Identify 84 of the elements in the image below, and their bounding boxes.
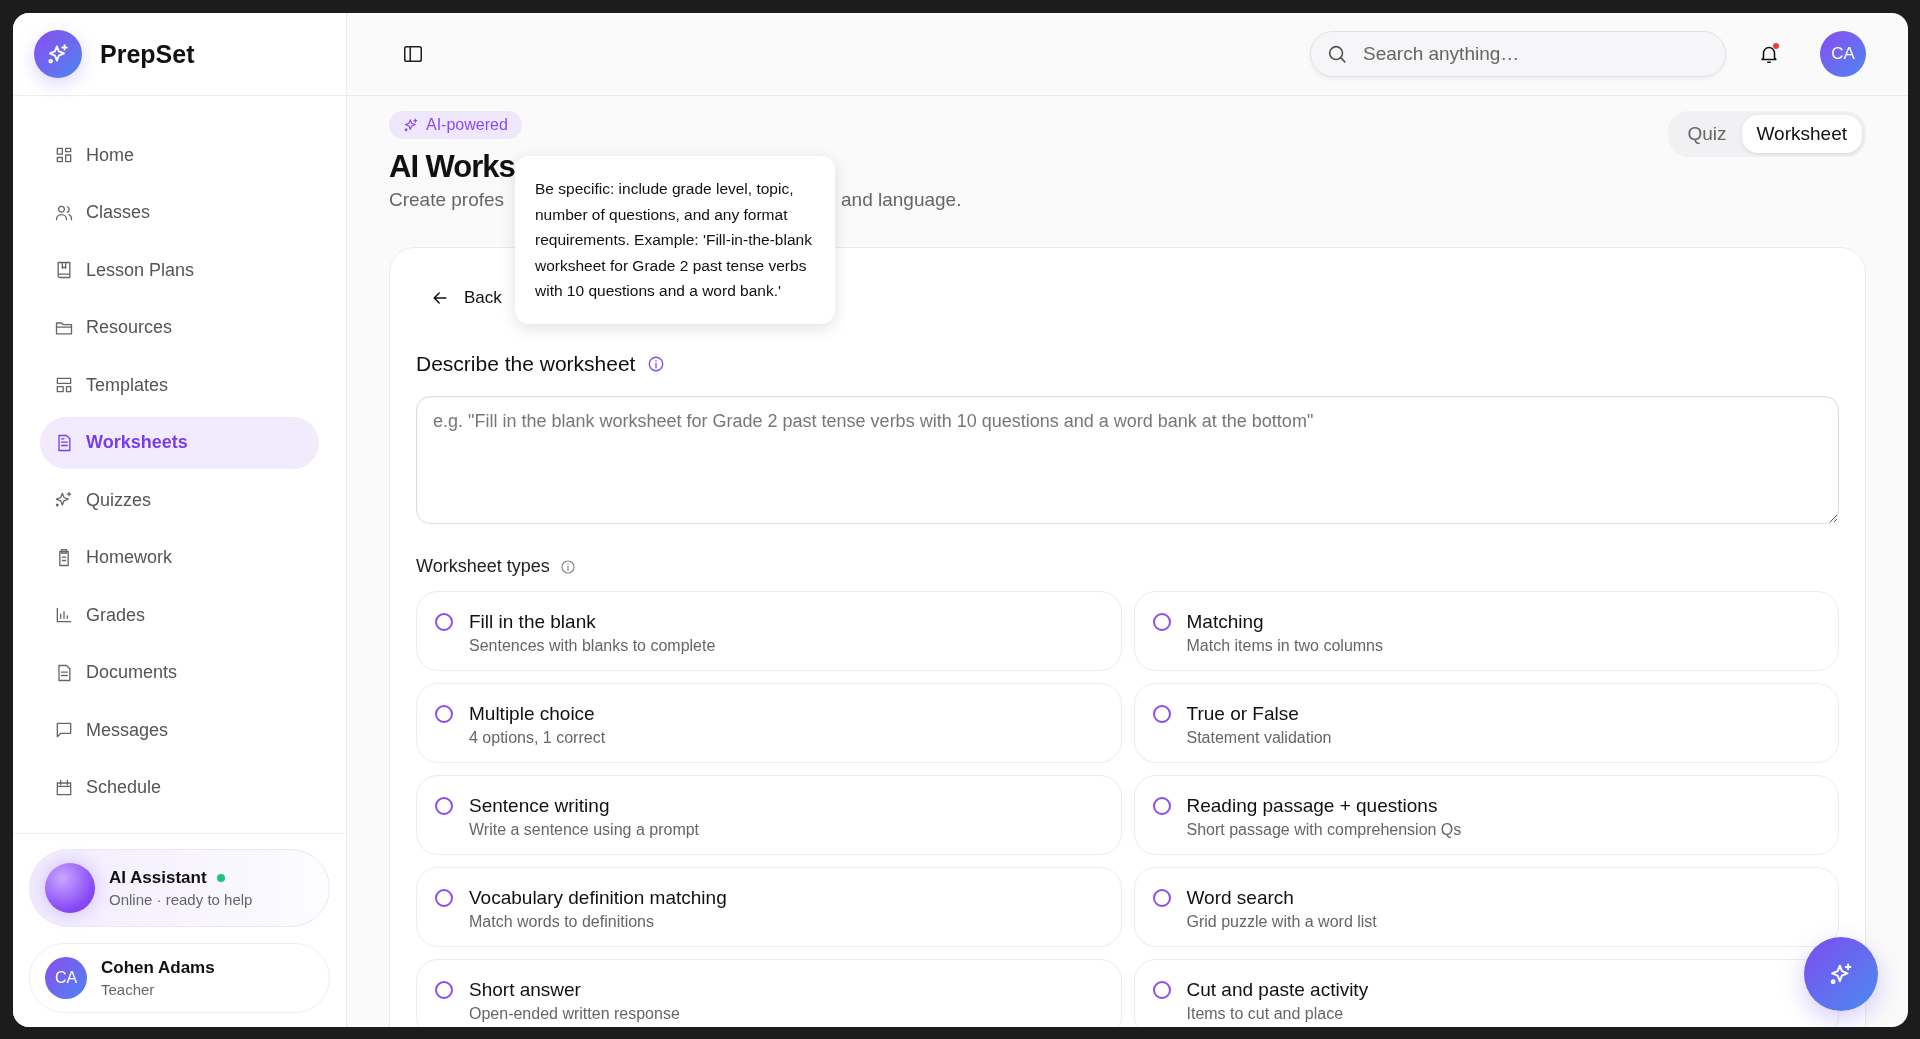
option-description: Match items in two columns (1186, 637, 1383, 655)
sparkle-icon (1828, 961, 1854, 987)
option-title: Short answer (469, 979, 582, 1001)
sidebar-item[interactable]: Grades (40, 589, 319, 641)
worksheet-type-option[interactable]: Sentence writing Write a sentence using a prompt (416, 775, 1122, 855)
option-title: Matching (1186, 611, 1265, 633)
prompt-label: Describe the worksheet (416, 352, 636, 376)
sidebar-item[interactable]: Messages (40, 704, 319, 756)
ai-powered-badge: AI-powered (389, 111, 522, 139)
option-description: Write a sentence using a prompt (469, 821, 700, 839)
option-description: Statement validation (1186, 729, 1332, 747)
logo-icon (34, 30, 82, 78)
assistant-name: AI Assistant (109, 868, 207, 888)
prompt-field[interactable]: e.g. "Fill in the blank worksheet for Grade 2 past tense verbs with 10 questions and a word bank at the bottom" (416, 396, 1839, 524)
sparkle-icon (54, 490, 74, 510)
sidebar-item[interactable]: Home (40, 129, 319, 181)
page-subtitle: and language. (841, 189, 962, 211)
sidebar-item[interactable]: Resources (40, 301, 319, 354)
worksheet-type-option[interactable]: Matching Match items in two columns (1133, 591, 1839, 671)
option-title: Vocabulary definition matching (469, 887, 727, 909)
sidebar-item[interactable]: Schedule (40, 761, 319, 814)
option-description: Open-ended written response (469, 1005, 680, 1023)
option-description: Sentences with blanks to complete (469, 637, 716, 655)
radio-button[interactable] (435, 613, 453, 631)
worksheet-type-option[interactable]: Multiple choice 4 options, 1 correct (416, 683, 1122, 763)
radio-button[interactable] (1152, 705, 1171, 723)
notification-bell-icon[interactable] (1758, 43, 1780, 65)
radio-button[interactable] (435, 889, 453, 907)
layout-icon (54, 375, 74, 395)
message-icon (54, 720, 74, 740)
assistant-status: Online · ready to help (109, 891, 253, 908)
tooltip: Be specific: include grade level, topic, number of questions, and any format requirements. Example: 'Fill-in-the-blank worksheet for Grade 2 past tense verbs with 10 questions and a word bank.' (515, 156, 835, 324)
assistant-orb-icon (45, 863, 95, 913)
option-title: Reading passage + questions (1186, 795, 1439, 817)
option-title: Cut and paste activity (1186, 979, 1369, 1001)
page-subtitle: Create profes (389, 189, 505, 210)
radio-button[interactable] (1152, 613, 1171, 631)
sidebar-item[interactable]: Documents (40, 646, 319, 699)
user-avatar[interactable]: CA (1820, 31, 1866, 77)
worksheet-type-option[interactable]: True or False Statement validation (1133, 683, 1839, 763)
sidebar-item[interactable]: Templates (40, 359, 319, 411)
radio-button[interactable] (1152, 797, 1171, 815)
option-title: Sentence writing (469, 795, 611, 817)
sidebar-item[interactable]: Classes (40, 186, 319, 239)
app-name: PrepSet (100, 39, 195, 69)
option-title: Multiple choice (469, 703, 596, 725)
radio-button[interactable] (1152, 981, 1171, 999)
sidebar-item[interactable]: Homework (40, 531, 319, 584)
radio-button[interactable] (435, 797, 453, 815)
search-field[interactable]: Search anything… (1310, 31, 1726, 77)
option-title: Word search (1186, 887, 1295, 909)
option-description: Match words to definitions (469, 913, 655, 931)
sidebar-toggle-icon[interactable] (402, 43, 424, 65)
worksheet-type-option[interactable]: Reading passage + questions Short passage with comprehension Qs (1133, 775, 1839, 855)
info-icon[interactable] (559, 558, 576, 575)
user-avatar: CA (45, 957, 87, 999)
option-description: Items to cut and place (1186, 1005, 1345, 1023)
radio-button[interactable] (435, 705, 453, 723)
grid-icon (54, 145, 74, 165)
radio-button[interactable] (435, 981, 453, 999)
sidebar-item[interactable]: Worksheets (40, 416, 319, 469)
sidebar-item[interactable]: Lesson Plans (40, 244, 319, 296)
bar-chart-icon (54, 605, 74, 625)
radio-button[interactable] (1152, 889, 1171, 907)
types-label: Worksheet types (416, 556, 550, 577)
option-description: Short passage with comprehension Qs (1186, 821, 1462, 839)
user-role: Teacher (101, 981, 156, 998)
back-button[interactable]: Back (416, 278, 516, 318)
info-icon[interactable] (647, 355, 666, 373)
worksheet-type-option[interactable]: Fill in the blank Sentences with blanks to complete (416, 591, 1122, 671)
option-title: True or False (1186, 703, 1300, 725)
mode-tab[interactable]: Quiz (1672, 115, 1742, 153)
search-icon (1326, 43, 1348, 65)
option-title: Fill in the blank (469, 611, 597, 633)
user-name: Cohen Adams (101, 958, 215, 978)
sparkle-icon (403, 117, 419, 133)
assistant-card[interactable]: AI Assistant Online · ready to help (29, 849, 330, 927)
worksheet-type-option[interactable]: Vocabulary definition matching Match words to definitions (416, 867, 1122, 947)
mode-tab[interactable]: Worksheet (1741, 115, 1862, 153)
option-description: Grid puzzle with a word list (1186, 913, 1377, 931)
sidebar-item[interactable]: Quizzes (40, 474, 319, 526)
page-title: AI Works (389, 149, 515, 185)
option-description: 4 options, 1 correct (469, 729, 606, 747)
calendar-icon (54, 777, 74, 798)
